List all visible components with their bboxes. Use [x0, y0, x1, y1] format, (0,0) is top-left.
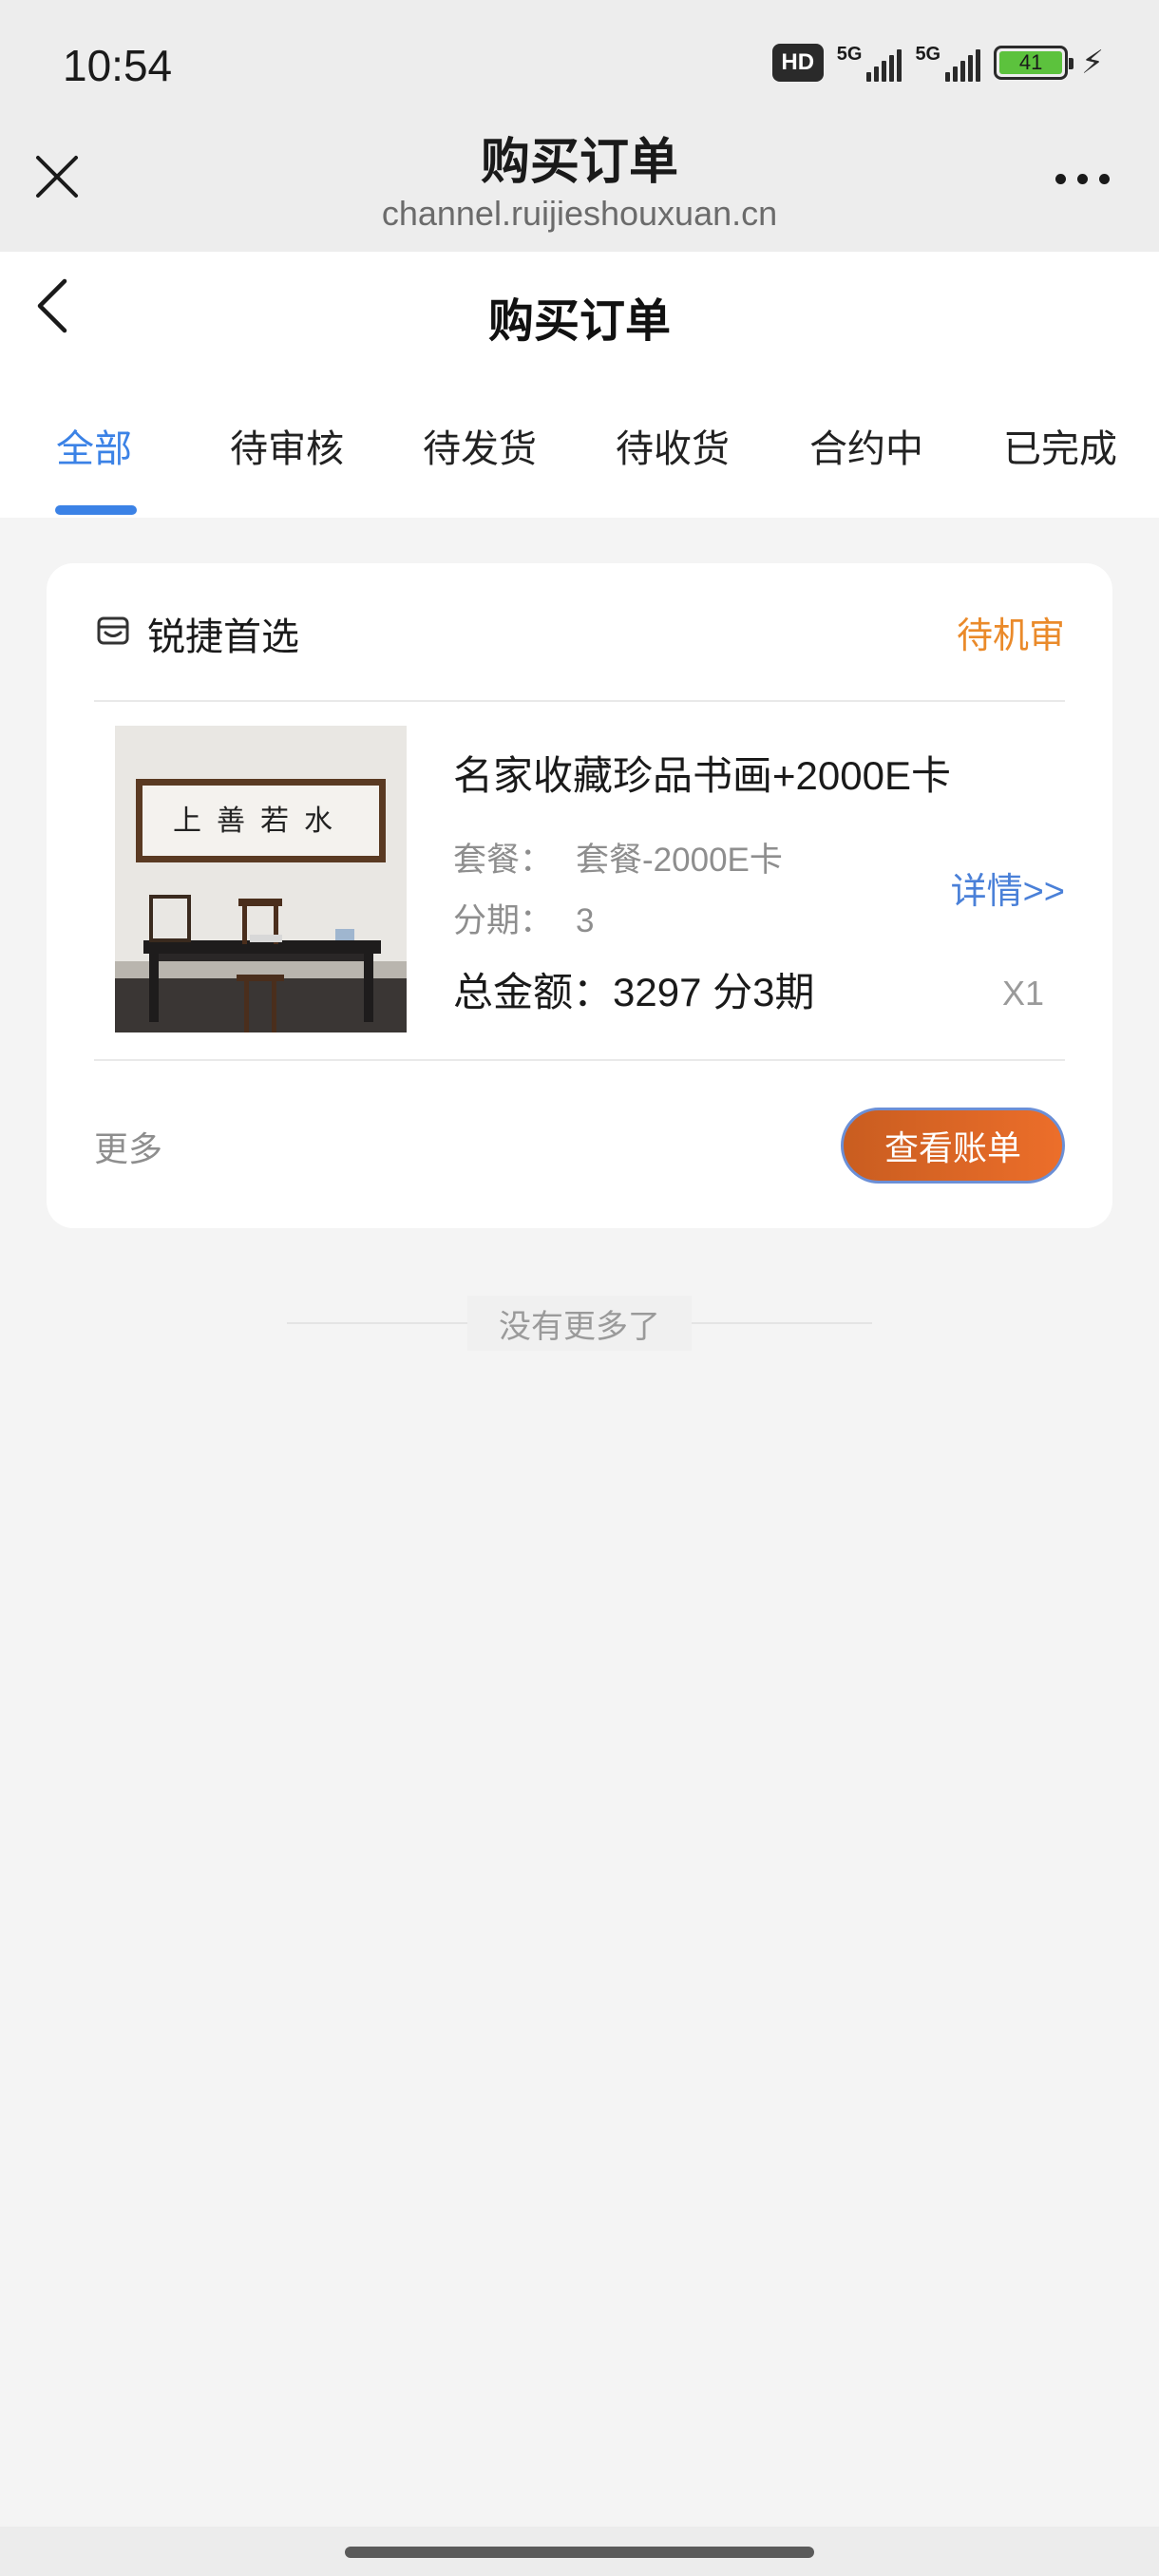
home-indicator[interactable]: [345, 2547, 814, 2558]
total-label: 总金额：: [453, 970, 614, 1014]
installment-label: 分期：: [453, 902, 554, 939]
product-image[interactable]: 上善若水: [115, 726, 407, 1032]
tab-completed[interactable]: 已完成: [1003, 418, 1117, 473]
detail-link[interactable]: 详情>>: [951, 862, 1065, 914]
total-row: 总金额：3297 分3期: [453, 960, 814, 1018]
network-1-label: 5G: [836, 44, 863, 65]
browser-header: 10:54 HD 5G 5G 41 ⚡ 购买订单 channel.ruijies…: [0, 0, 1159, 252]
tab-pending-review[interactable]: 待审核: [230, 418, 344, 473]
product-photo: 上善若水: [115, 726, 407, 1032]
quantity: X1: [1001, 974, 1044, 1013]
hd-badge: HD: [771, 44, 824, 82]
signal-1-icon: 5G: [837, 44, 902, 82]
shop-name: 锐捷首选: [147, 616, 299, 659]
page-title: 购买订单: [487, 294, 671, 348]
shop-icon: [97, 616, 129, 645]
order-card: 锐捷首选 待机审 上善若水 名家收藏珍品书画+2000E卡 套餐： 套餐-200…: [47, 563, 1112, 1228]
more-button[interactable]: 更多: [94, 1122, 162, 1171]
tab-pending-receipt[interactable]: 待收货: [616, 418, 730, 473]
package-label: 套餐：: [453, 842, 554, 879]
view-bill-button[interactable]: 查看账单: [841, 1108, 1065, 1184]
installment-value: 3: [576, 902, 595, 939]
browser-title: 购买订单: [480, 134, 678, 191]
no-more-label: 没有更多了: [467, 1296, 692, 1351]
total-value: 3297 分3期: [613, 970, 815, 1014]
order-tabs: 全部 待审核 待发货 待收货 合约中 已完成: [0, 418, 1159, 494]
tab-all[interactable]: 全部: [56, 418, 132, 473]
status-icons: HD 5G 5G 41 ⚡: [771, 44, 1104, 82]
more-icon[interactable]: [1055, 174, 1110, 184]
status-time: 10:54: [63, 41, 173, 90]
product-name: 名家收藏珍品书画+2000E卡: [453, 753, 951, 798]
signal-2-icon: 5G: [915, 44, 981, 82]
bolt-icon: ⚡: [1081, 44, 1104, 82]
painting-calligraphy: 上善若水: [173, 805, 348, 838]
divider: [94, 1059, 1065, 1061]
tab-pending-shipment[interactable]: 待发货: [423, 418, 537, 473]
tab-under-contract[interactable]: 合约中: [809, 418, 923, 473]
package-row: 套餐： 套餐-2000E卡: [453, 833, 783, 881]
order-status: 待机审: [956, 615, 1065, 656]
network-2-label: 5G: [915, 44, 941, 65]
browser-url: channel.ruijieshouxuan.cn: [381, 194, 778, 233]
end-divider-right: [692, 1322, 872, 1324]
battery-icon: 41: [994, 46, 1074, 80]
end-divider-left: [287, 1322, 467, 1324]
package-value: 套餐-2000E卡: [576, 842, 783, 879]
divider: [94, 700, 1065, 702]
battery-level: 41: [999, 50, 1063, 74]
active-tab-indicator: [55, 505, 137, 515]
installment-row: 分期： 3: [453, 894, 594, 942]
